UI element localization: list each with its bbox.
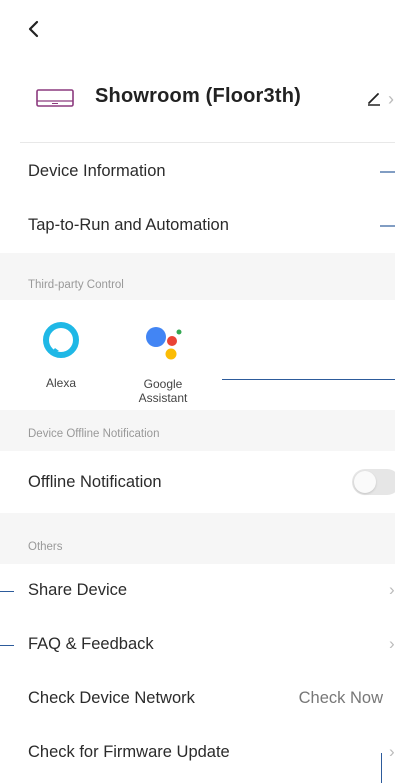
toggle-knob	[354, 471, 376, 493]
tap-to-run-row[interactable]: Tap-to-Run and Automation	[0, 199, 395, 253]
row-label: Check Device Network	[28, 689, 195, 707]
chevron-right-icon: ›	[389, 742, 395, 761]
firmware-update-row[interactable]: Check for Firmware Update ›	[0, 726, 395, 780]
device-name: Showroom (Floor3th)	[95, 85, 301, 107]
row-label: Tap-to-Run and Automation	[28, 216, 229, 234]
annotation-line	[222, 379, 395, 380]
alexa-item[interactable]: Alexa	[30, 320, 92, 390]
chevron-left-icon	[28, 20, 39, 38]
alexa-icon	[43, 322, 79, 358]
divider	[20, 142, 395, 143]
offline-notification-toggle[interactable]	[352, 469, 395, 495]
google-assistant-item[interactable]: Google Assistant	[128, 320, 198, 405]
section-label: Others	[28, 541, 63, 553]
arrow-icon	[380, 225, 395, 227]
chevron-right-icon: ›	[389, 634, 395, 653]
chevron-right-icon: ›	[388, 89, 394, 109]
section-label: Third-party Control	[28, 279, 124, 291]
arrow-icon	[380, 171, 395, 173]
device-icon	[36, 89, 74, 107]
google-assistant-icon	[146, 327, 182, 360]
row-label: FAQ & Feedback	[28, 635, 154, 653]
others-section-header: Others	[0, 513, 395, 564]
section-label: Device Offline Notification	[28, 428, 160, 440]
edit-icon[interactable]	[366, 91, 382, 107]
faq-feedback-row[interactable]: FAQ & Feedback ›	[0, 618, 395, 672]
annotation-line	[0, 645, 14, 646]
third-party-section-header: Third-party Control	[0, 253, 395, 300]
row-label: Device Information	[28, 162, 166, 180]
share-device-row[interactable]: Share Device ›	[0, 564, 395, 618]
check-now-link[interactable]: Check Now	[299, 689, 383, 708]
row-label: Offline Notification	[28, 473, 162, 491]
chevron-right-icon: ›	[389, 580, 395, 599]
third-party-panel: Alexa Google Assistant	[0, 300, 395, 410]
check-device-network-row[interactable]: Check Device Network Check Now	[0, 672, 395, 726]
row-label: Share Device	[28, 581, 128, 599]
device-header: Showroom (Floor3th) ›	[0, 75, 395, 125]
back-button[interactable]	[22, 14, 50, 44]
annotation-line	[381, 753, 382, 783]
alexa-label: Alexa	[45, 376, 77, 390]
row-label: Check for Firmware Update	[28, 743, 230, 761]
device-information-row[interactable]: Device Information	[0, 145, 395, 199]
offline-section-header: Device Offline Notification	[0, 410, 395, 451]
google-assistant-label: Google Assistant	[138, 377, 188, 405]
offline-notification-row: Offline Notification	[0, 451, 395, 513]
annotation-line	[0, 591, 14, 592]
